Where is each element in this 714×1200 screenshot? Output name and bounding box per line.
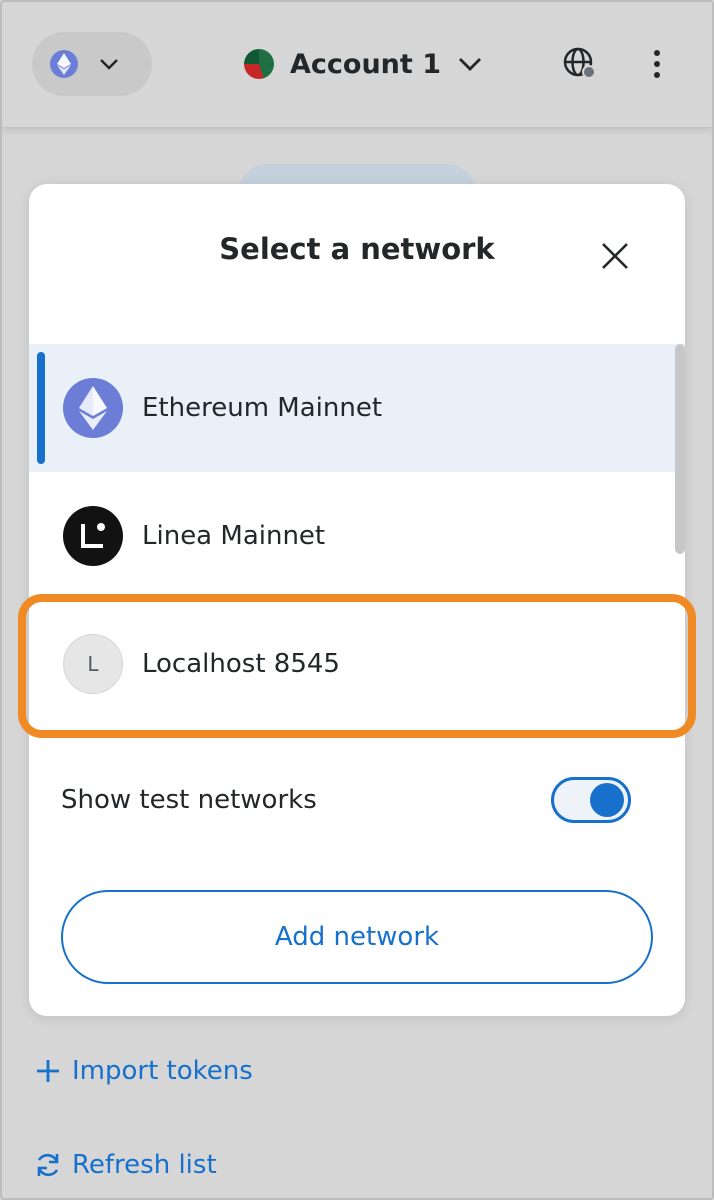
network-picker-button[interactable] xyxy=(32,32,152,96)
refresh-list-link[interactable]: Refresh list xyxy=(34,1150,217,1180)
network-letter-avatar: L xyxy=(63,634,123,694)
refresh-icon xyxy=(37,1153,59,1177)
show-test-networks-label: Show test networks xyxy=(61,785,317,815)
network-item-ethereum[interactable]: Ethereum Mainnet xyxy=(29,344,685,472)
account-name: Account 1 xyxy=(290,48,441,80)
connected-sites-icon[interactable] xyxy=(562,46,598,82)
close-button[interactable] xyxy=(595,236,635,276)
select-network-modal: Select a network Ethereum Mainnet Linea … xyxy=(29,184,685,1016)
close-icon xyxy=(602,243,628,269)
refresh-list-label: Refresh list xyxy=(72,1150,217,1180)
ethereum-icon xyxy=(63,378,123,438)
chevron-down-icon xyxy=(100,59,118,70)
account-menu-button[interactable]: Account 1 xyxy=(244,40,483,88)
network-item-linea[interactable]: Linea Mainnet xyxy=(29,472,685,600)
toggle-knob xyxy=(590,783,624,817)
ethereum-icon xyxy=(50,50,78,78)
avatar xyxy=(244,49,274,79)
scrollbar[interactable] xyxy=(675,344,685,554)
selected-indicator xyxy=(37,352,45,464)
network-item-localhost[interactable]: L Localhost 8545 xyxy=(29,600,685,728)
more-options-icon[interactable] xyxy=(644,46,670,82)
network-name: Ethereum Mainnet xyxy=(142,393,383,423)
linea-icon xyxy=(63,506,123,566)
chevron-down-icon xyxy=(459,58,481,71)
network-name: Linea Mainnet xyxy=(142,521,326,551)
network-name: Localhost 8545 xyxy=(142,649,340,679)
network-list: Ethereum Mainnet Linea Mainnet L Localho… xyxy=(29,344,685,728)
modal-title: Select a network xyxy=(219,232,495,266)
app-header: Account 1 xyxy=(0,0,714,128)
import-tokens-label: Import tokens xyxy=(72,1056,253,1086)
add-network-button[interactable]: Add network xyxy=(61,890,653,984)
plus-icon xyxy=(37,1060,59,1082)
show-test-networks-toggle[interactable] xyxy=(551,777,631,823)
show-test-networks-row: Show test networks xyxy=(61,777,631,823)
import-tokens-link[interactable]: Import tokens xyxy=(34,1056,253,1086)
